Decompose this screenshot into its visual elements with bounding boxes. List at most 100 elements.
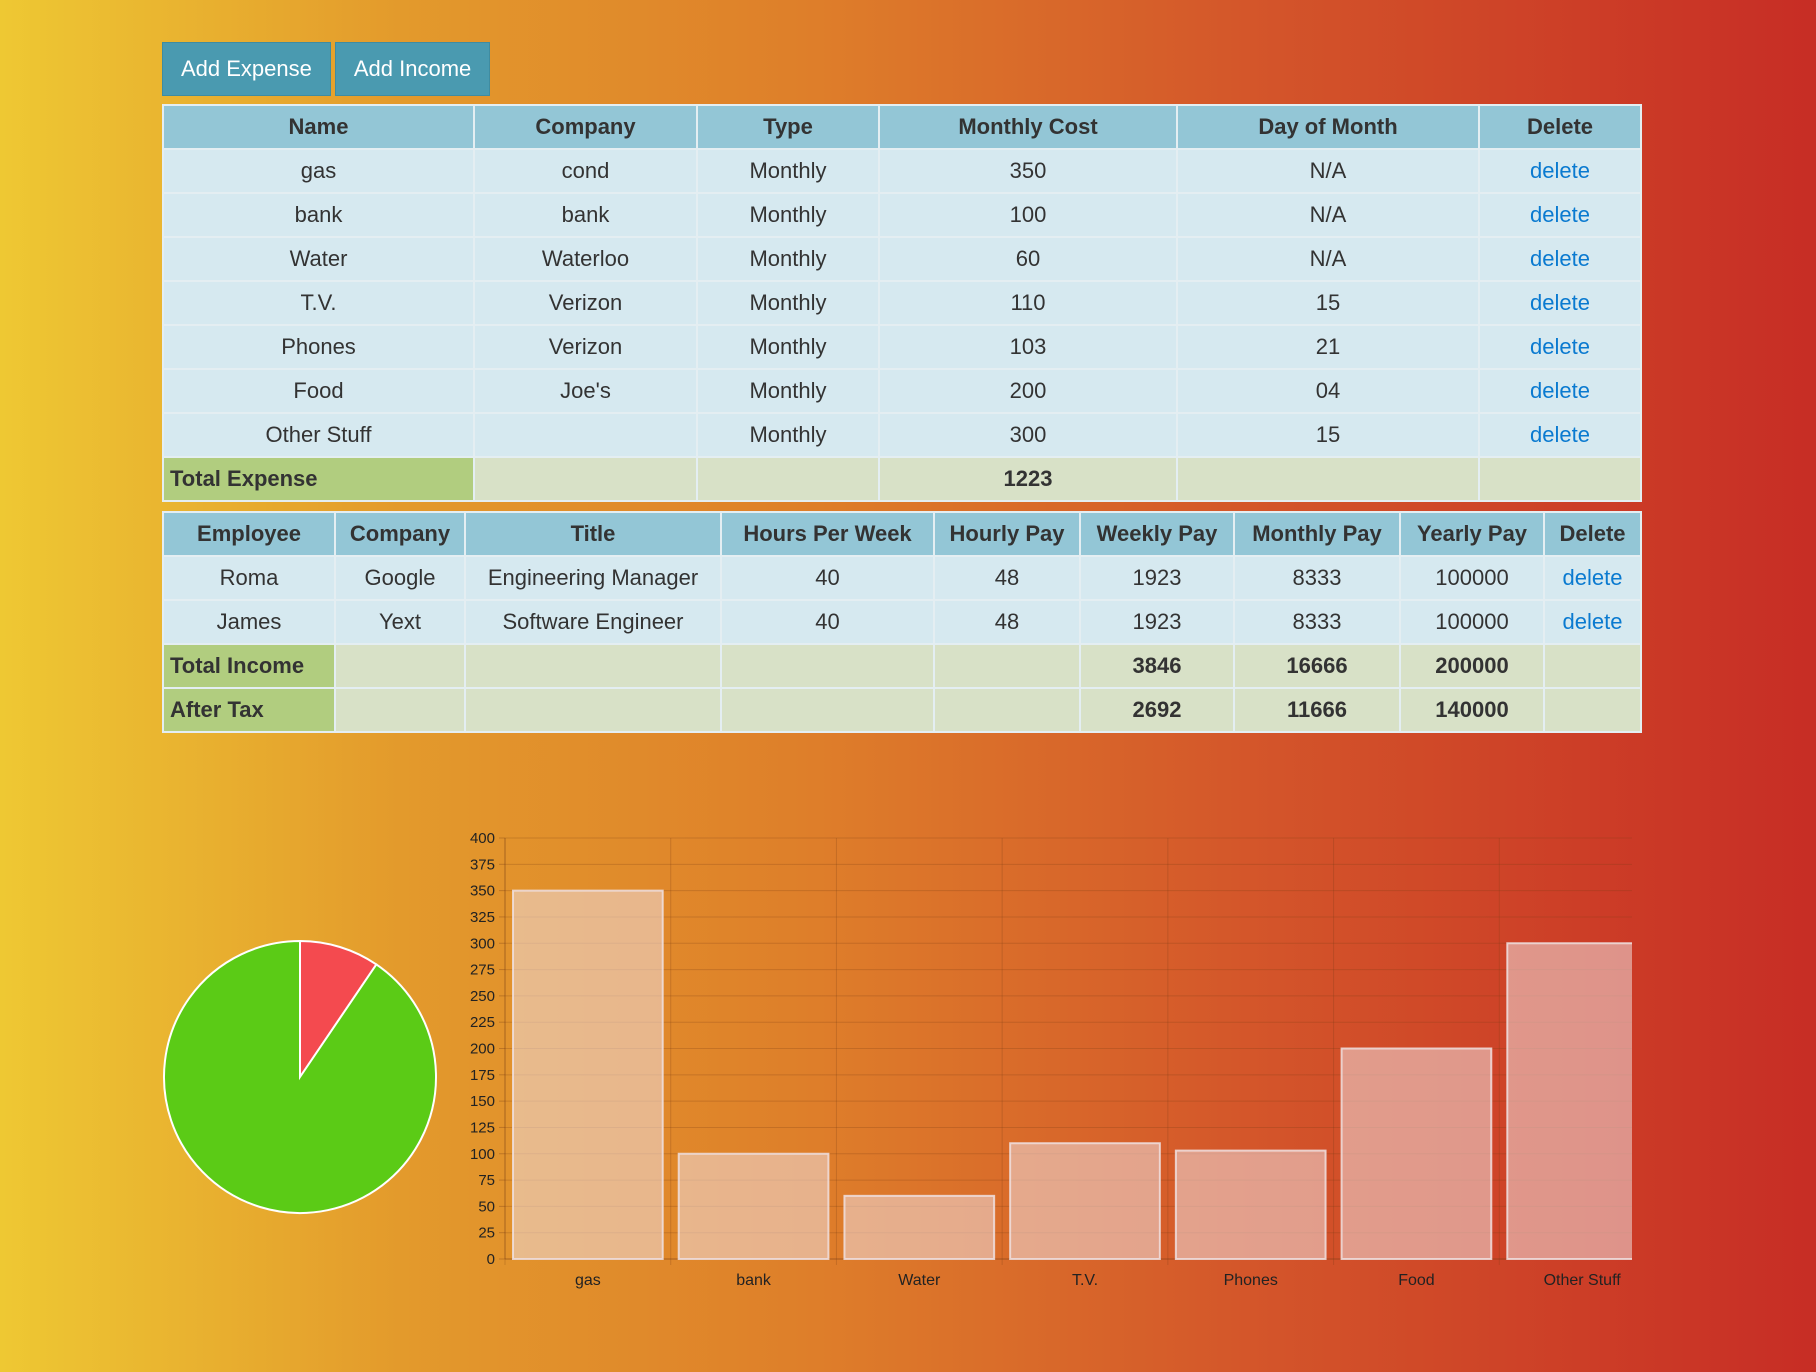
total-monthly-pay: 16666 bbox=[1233, 643, 1401, 689]
expense-cost: 103 bbox=[878, 324, 1178, 370]
expense-company: cond bbox=[473, 148, 698, 194]
income-table: Employee Company Title Hours Per Week Ho… bbox=[162, 511, 1642, 733]
expense-name: T.V. bbox=[162, 280, 475, 326]
table-row: gas cond Monthly 350 N/A delete bbox=[162, 148, 1642, 194]
y-tick-label: 125 bbox=[470, 1119, 495, 1136]
income-weekly-pay: 1923 bbox=[1079, 555, 1235, 601]
bar-food bbox=[1340, 1047, 1493, 1260]
expense-header-day-of-month: Day of Month bbox=[1176, 104, 1480, 150]
expense-name: Food bbox=[162, 368, 475, 414]
delete-link[interactable]: delete bbox=[1563, 565, 1623, 590]
expense-cost: 200 bbox=[878, 368, 1178, 414]
income-hours: 40 bbox=[720, 555, 935, 601]
income-header-yearly-pay: Yearly Pay bbox=[1399, 511, 1545, 557]
income-yearly-pay: 100000 bbox=[1399, 599, 1545, 645]
y-tick-label: 25 bbox=[478, 1225, 495, 1242]
empty-cell bbox=[464, 643, 722, 689]
budget-page: Add Expense Add Income Name Company Type… bbox=[162, 42, 1642, 1289]
empty-cell bbox=[473, 456, 698, 502]
add-income-button[interactable]: Add Income bbox=[334, 42, 491, 96]
bar-other-stuff bbox=[1506, 942, 1632, 1260]
delete-link[interactable]: delete bbox=[1530, 378, 1590, 403]
income-title: Engineering Manager bbox=[464, 555, 722, 601]
bar-water bbox=[843, 1194, 996, 1261]
expense-company: Waterloo bbox=[473, 236, 698, 282]
after-tax-yearly-pay: 140000 bbox=[1399, 687, 1545, 733]
y-tick-label: 50 bbox=[478, 1198, 495, 1215]
expense-name: Water bbox=[162, 236, 475, 282]
bar-t-v- bbox=[1009, 1142, 1161, 1261]
total-expense-row: Total Expense 1223 bbox=[162, 456, 1642, 502]
income-weekly-pay: 1923 bbox=[1079, 599, 1235, 645]
pie-chart bbox=[163, 939, 437, 1214]
table-row: Phones Verizon Monthly 103 21 delete bbox=[162, 324, 1642, 370]
expense-cost: 350 bbox=[878, 148, 1178, 194]
table-row: bank bank Monthly 100 N/A delete bbox=[162, 192, 1642, 238]
action-buttons: Add Expense Add Income bbox=[162, 42, 1640, 96]
delete-link[interactable]: delete bbox=[1530, 246, 1590, 271]
total-expense-value: 1223 bbox=[878, 456, 1178, 502]
delete-link[interactable]: delete bbox=[1530, 290, 1590, 315]
delete-link[interactable]: delete bbox=[1563, 609, 1623, 634]
delete-link[interactable]: delete bbox=[1530, 158, 1590, 183]
delete-link[interactable]: delete bbox=[1530, 422, 1590, 447]
bar-phones bbox=[1174, 1149, 1327, 1260]
empty-cell bbox=[1543, 687, 1642, 733]
empty-cell bbox=[1478, 456, 1642, 502]
expense-delete-cell: delete bbox=[1478, 368, 1642, 414]
x-tick-label: bank bbox=[736, 1272, 772, 1289]
empty-cell bbox=[464, 687, 722, 733]
expense-delete-cell: delete bbox=[1478, 236, 1642, 282]
table-row: Water Waterloo Monthly 60 N/A delete bbox=[162, 236, 1642, 282]
empty-cell bbox=[720, 643, 935, 689]
bar-bank bbox=[677, 1152, 830, 1260]
total-yearly-pay: 200000 bbox=[1399, 643, 1545, 689]
y-tick-label: 150 bbox=[470, 1093, 495, 1110]
after-tax-monthly-pay: 11666 bbox=[1233, 687, 1401, 733]
expense-delete-cell: delete bbox=[1478, 324, 1642, 370]
empty-cell bbox=[1543, 643, 1642, 689]
expense-type: Monthly bbox=[696, 236, 880, 282]
y-tick-label: 350 bbox=[470, 883, 495, 900]
expense-type: Monthly bbox=[696, 148, 880, 194]
expense-company: Verizon bbox=[473, 324, 698, 370]
empty-cell bbox=[933, 687, 1081, 733]
income-header-hourly-pay: Hourly Pay bbox=[933, 511, 1081, 557]
x-tick-label: gas bbox=[575, 1272, 601, 1289]
delete-link[interactable]: delete bbox=[1530, 202, 1590, 227]
expense-day: N/A bbox=[1176, 236, 1480, 282]
expense-table: Name Company Type Monthly Cost Day of Mo… bbox=[162, 104, 1642, 502]
table-row: James Yext Software Engineer 40 48 1923 … bbox=[162, 599, 1642, 645]
expense-type: Monthly bbox=[696, 368, 880, 414]
expense-company bbox=[473, 412, 698, 458]
income-monthly-pay: 8333 bbox=[1233, 555, 1401, 601]
x-tick-label: Other Stuff bbox=[1544, 1272, 1622, 1289]
empty-cell bbox=[334, 643, 466, 689]
expense-cost: 100 bbox=[878, 192, 1178, 238]
expense-company: bank bbox=[473, 192, 698, 238]
after-tax-row: After Tax 2692 11666 140000 bbox=[162, 687, 1642, 733]
add-expense-button[interactable]: Add Expense bbox=[162, 42, 331, 96]
empty-cell bbox=[696, 456, 880, 502]
total-income-label: Total Income bbox=[162, 643, 336, 689]
empty-cell bbox=[334, 687, 466, 733]
x-tick-label: T.V. bbox=[1072, 1272, 1098, 1289]
pie-slice-1 bbox=[163, 939, 437, 1214]
expense-company: Joe's bbox=[473, 368, 698, 414]
delete-link[interactable]: delete bbox=[1530, 334, 1590, 359]
total-expense-label: Total Expense bbox=[162, 456, 475, 502]
expense-type: Monthly bbox=[696, 324, 880, 370]
expense-header-monthly-cost: Monthly Cost bbox=[878, 104, 1178, 150]
income-hourly-pay: 48 bbox=[933, 599, 1081, 645]
empty-cell bbox=[720, 687, 935, 733]
income-header-monthly-pay: Monthly Pay bbox=[1233, 511, 1401, 557]
income-employee: Roma bbox=[162, 555, 336, 601]
empty-cell bbox=[1176, 456, 1480, 502]
expense-day: 21 bbox=[1176, 324, 1480, 370]
expense-type: Monthly bbox=[696, 412, 880, 458]
expense-company: Verizon bbox=[473, 280, 698, 326]
income-employee: James bbox=[162, 599, 336, 645]
table-row: Roma Google Engineering Manager 40 48 19… bbox=[162, 555, 1642, 601]
total-income-row: Total Income 3846 16666 200000 bbox=[162, 643, 1642, 689]
income-delete-cell: delete bbox=[1543, 599, 1642, 645]
